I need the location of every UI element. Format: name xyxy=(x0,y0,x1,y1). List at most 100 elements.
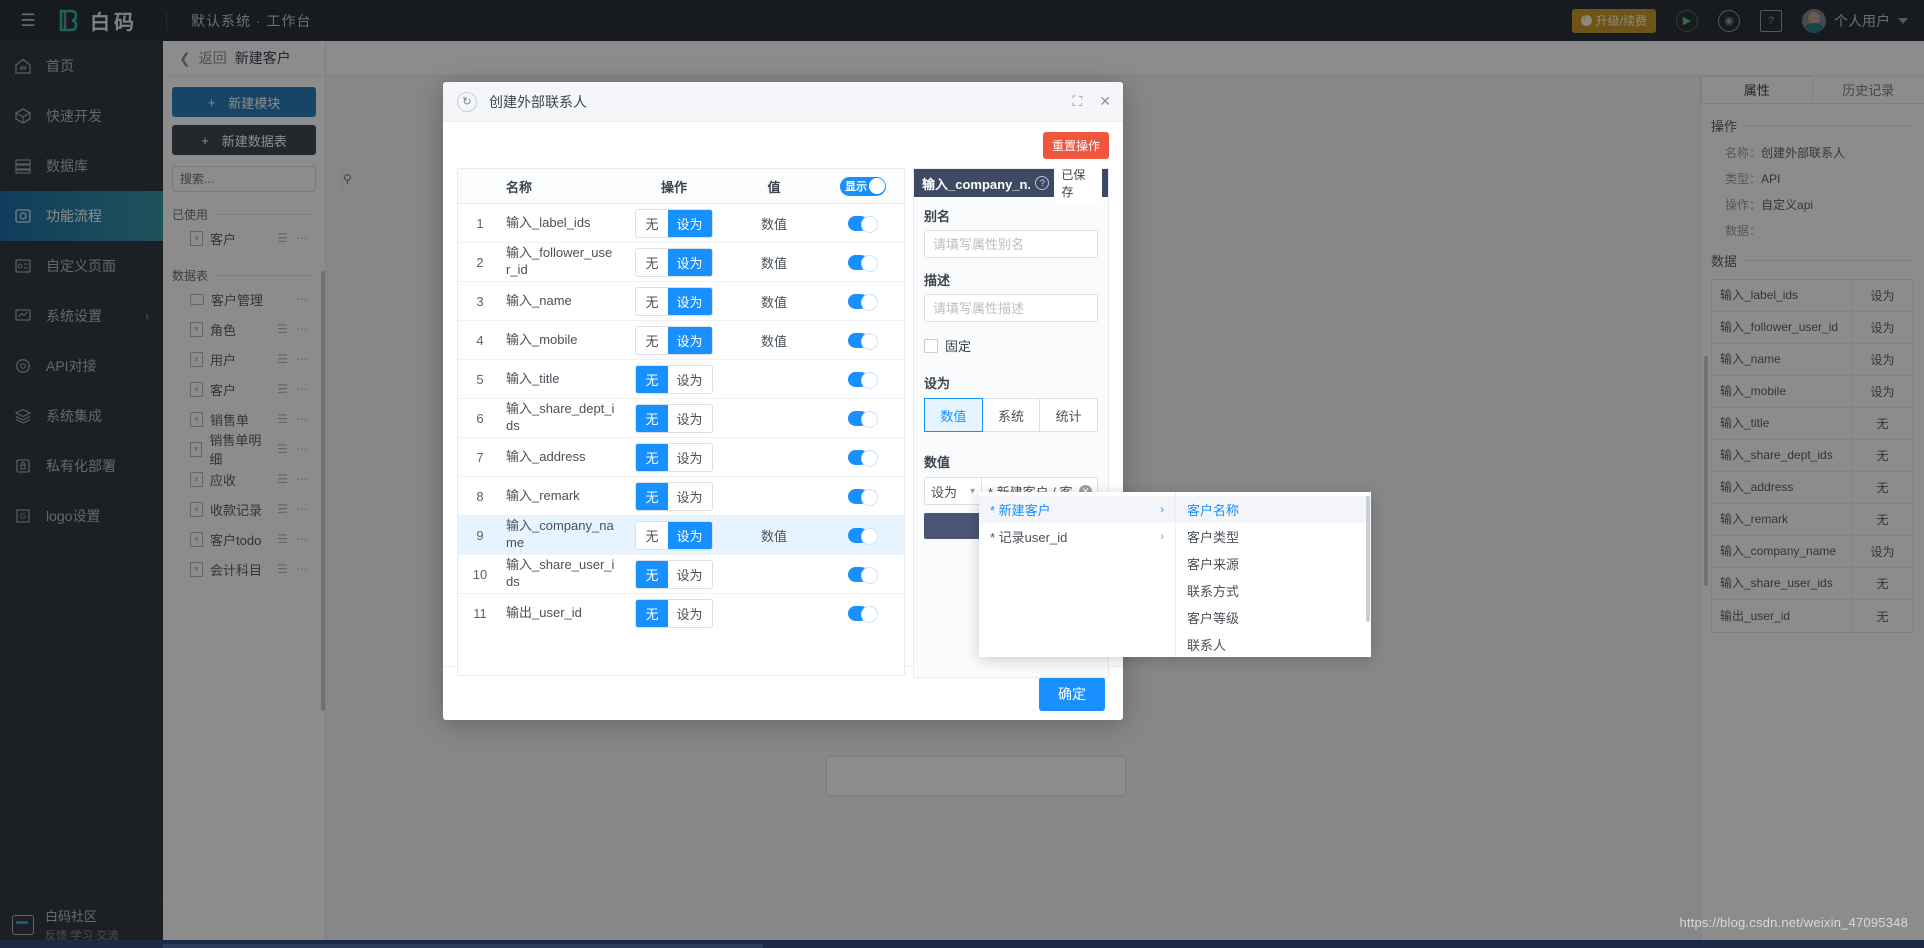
op-none-button[interactable]: 无 xyxy=(636,326,668,354)
cascader-column-2: 客户名称客户类型客户来源联系方式客户等级 联系人 xyxy=(1175,492,1371,657)
cascader-item[interactable]: 联系人 xyxy=(1176,631,1371,658)
reset-button[interactable]: 重置操作 xyxy=(1042,132,1109,159)
property-editor-title: 输入_company_n... xyxy=(922,176,1031,192)
op-none-button[interactable]: 无 xyxy=(636,248,668,276)
setas-label: 设为 xyxy=(924,376,951,391)
cascader-item[interactable]: 联系方式 xyxy=(1176,577,1371,604)
op-none-button[interactable]: 无 xyxy=(636,404,668,432)
op-set-button[interactable]: 设为 xyxy=(667,326,712,354)
show-all-label: 显示 xyxy=(845,181,867,193)
alias-input[interactable] xyxy=(924,230,1098,258)
op-none-button[interactable]: 无 xyxy=(636,600,668,627)
expand-icon[interactable]: ⛶ xyxy=(1072,93,1082,110)
row-op-segmented: 无设为 xyxy=(622,559,726,589)
row-toggle-cell xyxy=(822,449,904,467)
row-visibility-toggle[interactable] xyxy=(848,215,878,233)
op-set-button[interactable]: 设为 xyxy=(667,521,712,549)
value-mode-select[interactable]: 设为 ▾ xyxy=(924,477,982,505)
row-name: 输入_share_dept_ids xyxy=(506,401,615,433)
cascader-item-label: 联系方式 xyxy=(1187,584,1240,599)
add-value-button[interactable] xyxy=(924,513,986,539)
op-none-button[interactable]: 无 xyxy=(636,365,668,393)
row-visibility-toggle[interactable] xyxy=(848,488,878,506)
op-set-button[interactable]: 设为 xyxy=(667,365,712,393)
op-none-button[interactable]: 无 xyxy=(636,209,668,237)
setas-option-stat[interactable]: 统计 xyxy=(1040,398,1099,432)
refresh-icon[interactable]: ↻ xyxy=(457,91,477,112)
cascader-column-1: * 新建客户 › * 记录user_id › xyxy=(979,492,1175,657)
op-none-button[interactable]: 无 xyxy=(636,287,668,315)
description-input[interactable] xyxy=(924,294,1098,322)
table-row[interactable]: 9 输入_company_name 无设为 数值 xyxy=(458,516,904,555)
op-set-button[interactable]: 设为 xyxy=(667,482,712,510)
row-visibility-toggle[interactable] xyxy=(848,449,878,467)
op-none-button[interactable]: 无 xyxy=(636,560,668,588)
cascader-item[interactable]: 客户名称 xyxy=(1176,496,1371,523)
row-toggle-cell xyxy=(822,254,904,272)
op-set-button[interactable]: 设为 xyxy=(667,404,712,432)
row-visibility-toggle[interactable] xyxy=(848,254,878,272)
setas-option-value[interactable]: 数值 xyxy=(924,398,983,432)
show-all-toggle[interactable]: 显示 xyxy=(840,176,886,196)
confirm-button[interactable]: 确定 xyxy=(1039,676,1105,711)
op-set-button[interactable]: 设为 xyxy=(667,248,712,276)
row-index: 2 xyxy=(476,254,484,270)
table-row[interactable]: 11 输出_user_id 无设为 xyxy=(458,594,904,633)
table-row[interactable]: 1 输入_label_ids 无设为 数值 xyxy=(458,204,904,243)
cascader-item-label: 客户名称 xyxy=(1187,503,1240,518)
fixed-label: 固定 xyxy=(945,339,972,354)
cascader-item[interactable]: * 新建客户 › xyxy=(979,496,1175,523)
row-index: 3 xyxy=(476,293,484,309)
row-visibility-toggle[interactable] xyxy=(848,410,878,428)
row-op-segmented: 无设为 xyxy=(622,208,726,238)
row-name: 输出_user_id xyxy=(506,605,582,621)
setas-option-system[interactable]: 系统 xyxy=(982,398,1041,432)
table-row[interactable]: 6 输入_share_dept_ids 无设为 xyxy=(458,399,904,438)
watermark: https://blog.csdn.net/weixin_47095348 xyxy=(1679,915,1908,930)
row-visibility-toggle[interactable] xyxy=(848,566,878,584)
op-set-button[interactable]: 设为 xyxy=(667,560,712,588)
table-row[interactable]: 10 输入_share_user_ids 无设为 xyxy=(458,555,904,594)
op-none-button[interactable]: 无 xyxy=(636,521,668,549)
fixed-checkbox[interactable]: 固定 xyxy=(924,336,1098,355)
cascader-item[interactable]: 客户来源 xyxy=(1176,550,1371,577)
op-set-button[interactable]: 设为 xyxy=(667,287,712,315)
table-row[interactable]: 7 输入_address 无设为 xyxy=(458,438,904,477)
row-toggle-cell xyxy=(822,566,904,584)
saved-badge[interactable]: 已保存 xyxy=(1054,164,1102,202)
cascader-scrollbar[interactable] xyxy=(1366,496,1370,622)
table-row[interactable]: 8 输入_remark 无设为 xyxy=(458,477,904,516)
table-row[interactable]: 3 输入_name 无设为 数值 xyxy=(458,282,904,321)
row-op-segmented: 无设为 xyxy=(622,403,726,433)
table-row[interactable]: 5 输入_title 无设为 xyxy=(458,360,904,399)
row-visibility-toggle[interactable] xyxy=(848,371,878,389)
row-index: 4 xyxy=(476,332,484,348)
question-icon[interactable]: ? xyxy=(1035,176,1050,190)
op-set-button[interactable]: 设为 xyxy=(667,209,712,237)
table-row[interactable]: 4 输入_mobile 无设为 数值 xyxy=(458,321,904,360)
row-value: 数值 xyxy=(760,216,787,232)
property-editor-body: 别名 描述 固定 设为 数值 系统 统计 数值 xyxy=(914,197,1108,539)
row-toggle-cell xyxy=(822,371,904,389)
table-row[interactable]: 2 输入_follower_user_id 无设为 数值 xyxy=(458,243,904,282)
op-none-button[interactable]: 无 xyxy=(636,443,668,471)
cascader-item[interactable]: 客户类型 xyxy=(1176,523,1371,550)
op-set-button[interactable]: 设为 xyxy=(667,443,712,471)
cascader-item[interactable]: * 记录user_id › xyxy=(979,523,1175,550)
cascader-item-label: 客户类型 xyxy=(1187,530,1240,545)
dialog-header: ↻ 创建外部联系人 ⛶ ✕ xyxy=(443,82,1123,122)
close-icon[interactable]: ✕ xyxy=(1099,93,1111,110)
row-visibility-toggle[interactable] xyxy=(848,332,878,350)
row-index: 10 xyxy=(472,566,488,582)
row-toggle-cell xyxy=(822,410,904,428)
cascader-item[interactable]: 客户等级 xyxy=(1176,604,1371,631)
op-none-button[interactable]: 无 xyxy=(636,482,668,510)
row-visibility-toggle[interactable] xyxy=(848,527,878,545)
params-table: 名称 操作 值 显示 1 输入_label_ids 无设为 数值 2 输入_followe… xyxy=(457,168,905,676)
row-visibility-toggle[interactable] xyxy=(848,606,878,623)
value-mode-label: 设为 xyxy=(931,484,958,500)
op-set-button[interactable]: 设为 xyxy=(667,600,712,627)
row-visibility-toggle[interactable] xyxy=(848,293,878,311)
row-name: 输入_label_ids xyxy=(506,214,591,230)
row-name: 输入_company_name xyxy=(506,518,614,550)
